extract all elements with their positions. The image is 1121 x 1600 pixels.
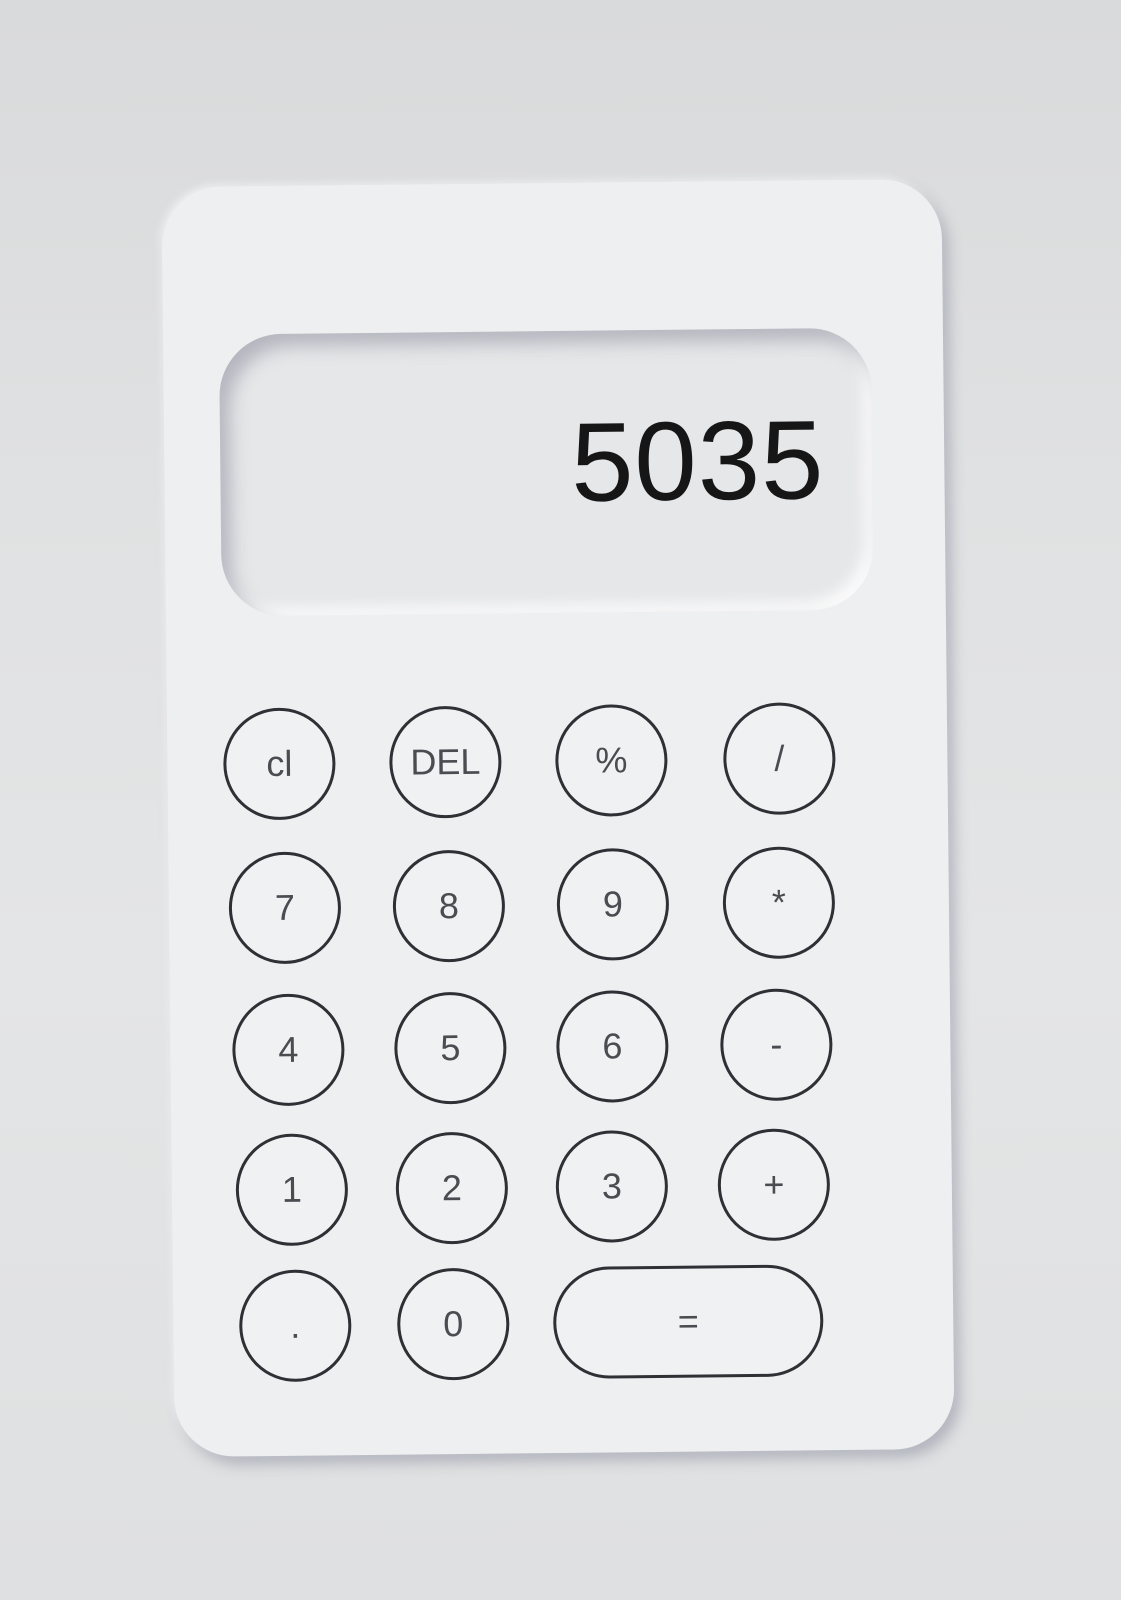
calculator-display: 5035 xyxy=(218,327,874,617)
digit-9-label: 9 xyxy=(602,883,624,925)
digit-1-button[interactable]: 1 xyxy=(235,1133,349,1247)
clear-button[interactable]: cl xyxy=(222,707,337,821)
digit-9-button[interactable]: 9 xyxy=(556,847,670,962)
equals-button-label: = xyxy=(677,1300,700,1342)
divide-button-label: / xyxy=(774,737,785,779)
divide-button[interactable]: / xyxy=(722,702,836,816)
delete-button[interactable]: DEL xyxy=(388,705,502,819)
equals-button[interactable]: = xyxy=(552,1264,824,1380)
delete-button-label: DEL xyxy=(410,740,481,783)
digit-6-button[interactable]: 6 xyxy=(555,989,669,1104)
digit-8-label: 8 xyxy=(438,885,460,927)
percent-button-label: % xyxy=(595,739,628,781)
decimal-button-label: . xyxy=(290,1304,301,1346)
digit-0-button[interactable]: 0 xyxy=(396,1267,510,1381)
clear-button-label: cl xyxy=(266,742,293,785)
digit-5-button[interactable]: 5 xyxy=(393,991,507,1105)
digit-5-label: 5 xyxy=(440,1027,461,1069)
digit-3-label: 3 xyxy=(601,1165,623,1207)
digit-3-button[interactable]: 3 xyxy=(555,1129,669,1244)
decimal-button[interactable]: . xyxy=(238,1269,352,1383)
digit-8-button[interactable]: 8 xyxy=(392,849,506,963)
percent-button[interactable]: % xyxy=(554,703,668,818)
subtract-button[interactable]: - xyxy=(719,988,833,1102)
display-value: 5035 xyxy=(570,397,825,525)
subtract-button-label: - xyxy=(770,1023,783,1065)
digit-2-label: 2 xyxy=(441,1167,463,1209)
digit-4-button[interactable]: 4 xyxy=(231,993,345,1107)
multiply-button[interactable]: * xyxy=(722,846,836,960)
digit-6-label: 6 xyxy=(602,1025,623,1067)
digit-4-label: 4 xyxy=(278,1028,299,1070)
add-button[interactable]: + xyxy=(717,1128,831,1242)
digit-1-label: 1 xyxy=(281,1168,303,1210)
digit-0-label: 0 xyxy=(443,1303,464,1345)
digit-7-label: 7 xyxy=(274,886,296,928)
add-button-label: + xyxy=(763,1163,785,1205)
calculator-body: 5035 cl DEL % / 7 8 9 * 4 5 6 - 1 2 3 + … xyxy=(161,178,955,1458)
digit-7-button[interactable]: 7 xyxy=(228,851,342,965)
multiply-button-label: * xyxy=(771,881,787,923)
digit-2-button[interactable]: 2 xyxy=(395,1131,509,1245)
